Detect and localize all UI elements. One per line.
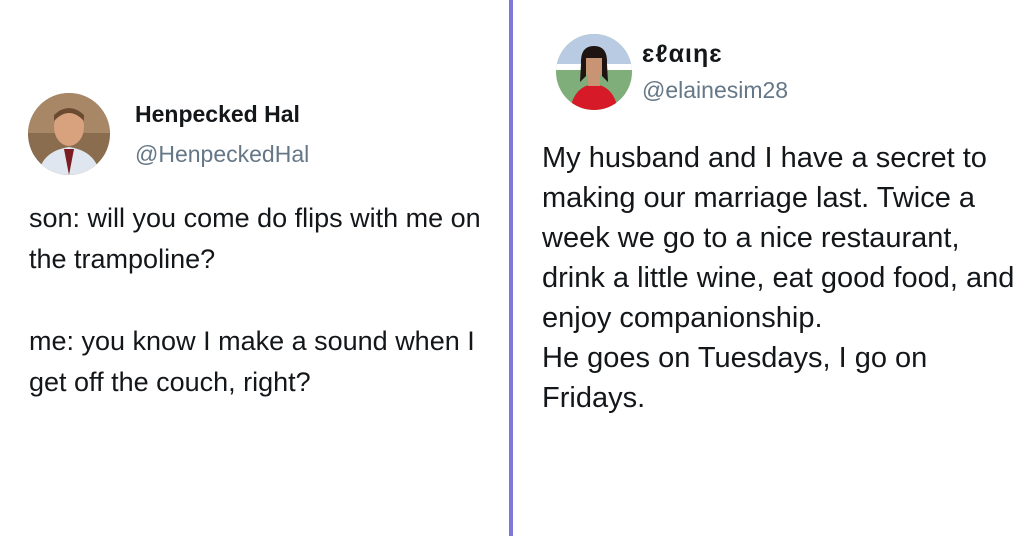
tweet-card-elainesim28: ɛℓαιηɛ @elainesim28 My husband and I hav… — [513, 0, 1024, 536]
display-name[interactable]: Henpecked Hal — [135, 101, 300, 128]
tweet-text: son: will you come do flips with me on t… — [29, 203, 481, 397]
tweet-card-henpeckedhal: Henpecked Hal @HenpeckedHal son: will yo… — [0, 0, 509, 536]
display-name[interactable]: ɛℓαιηɛ — [642, 40, 723, 69]
user-handle[interactable]: @elainesim28 — [642, 77, 788, 104]
avatar[interactable] — [556, 34, 632, 110]
avatar[interactable] — [28, 93, 110, 175]
tweet-text: My husband and I have a secret to making… — [542, 142, 1015, 414]
user-handle[interactable]: @HenpeckedHal — [135, 141, 309, 168]
